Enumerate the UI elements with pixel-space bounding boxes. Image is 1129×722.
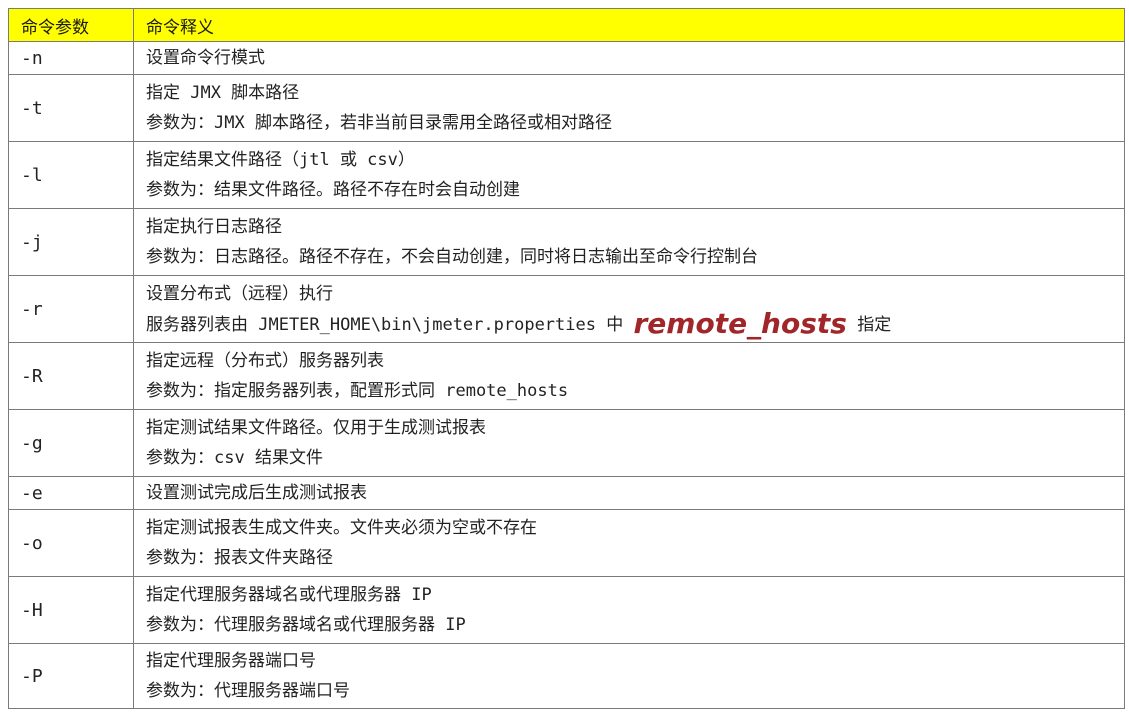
param-cell: -g [8,409,134,477]
header-param: 命令参数 [8,8,134,42]
description-line: 服务器列表由 JMETER_HOME\bin\jmeter.properties… [146,306,1112,340]
table-row: -R 指定远程（分布式）服务器列表 参数为：指定服务器列表，配置形式同 remo… [8,342,1125,410]
parameters-table: 命令参数 命令释义 -n 设置命令行模式 -t 指定 JMX 脚本路径 参数为：… [8,8,1125,709]
table-row: -e 设置测试完成后生成测试报表 [8,476,1125,510]
header-description: 命令释义 [133,8,1125,42]
param-cell: -t [8,74,134,142]
param-cell: -n [8,41,134,75]
description-line: 指定 JMX 脚本路径 [146,83,300,103]
param-cell: -r [8,275,134,343]
table-row: -r 设置分布式（远程）执行 服务器列表由 JMETER_HOME\bin\jm… [8,275,1125,343]
description-cell: 指定结果文件路径（jtl 或 csv） 参数为：结果文件路径。路径不存在时会自动… [133,141,1125,209]
description-line: 指定结果文件路径（jtl 或 csv） [146,150,415,170]
table-row: -n 设置命令行模式 [8,41,1125,75]
description-line: 指定执行日志路径 [146,217,282,237]
description-line: 指定测试报表生成文件夹。文件夹必须为空或不存在 [146,518,537,538]
description-line: 参数为：日志路径。路径不存在，不会自动创建，同时将日志输出至命令行控制台 [146,247,758,267]
description-line: 设置分布式（远程）执行 [146,283,333,304]
param-cell: -e [8,476,134,510]
description-line: 参数为：结果文件路径。路径不存在时会自动创建 [146,180,520,200]
description-line: 指定代理服务器端口号 [146,651,316,671]
description-line: 参数为：JMX 脚本路径，若非当前目录需用全路径或相对路径 [146,113,612,133]
description-line: 指定代理服务器域名或代理服务器 IP [146,585,432,605]
table-row: -P 指定代理服务器端口号 参数为：代理服务器端口号 [8,643,1125,709]
table-header-row: 命令参数 命令释义 [8,8,1125,42]
table-row: -j 指定执行日志路径 参数为：日志路径。路径不存在，不会自动创建，同时将日志输… [8,208,1125,276]
description-line: 设置测试完成后生成测试报表 [146,483,367,503]
param-cell: -j [8,208,134,276]
description-cell: 设置命令行模式 [133,41,1125,75]
description-cell: 指定测试结果文件路径。仅用于生成测试报表 参数为：csv 结果文件 [133,409,1125,477]
param-cell: -R [8,342,134,410]
description-cell: 指定 JMX 脚本路径 参数为：JMX 脚本路径，若非当前目录需用全路径或相对路… [133,74,1125,142]
description-cell: 指定测试报表生成文件夹。文件夹必须为空或不存在 参数为：报表文件夹路径 [133,509,1125,577]
description-line: 设置命令行模式 [146,48,265,68]
description-line: 参数为：代理服务器端口号 [146,681,350,701]
remote-hosts-annotation: remote_hosts [633,306,847,340]
description-line: 指定测试结果文件路径。仅用于生成测试报表 [146,418,486,438]
table-row: -H 指定代理服务器域名或代理服务器 IP 参数为：代理服务器域名或代理服务器 … [8,576,1125,644]
description-line: 参数为：csv 结果文件 [146,448,323,468]
description-line: 参数为：代理服务器域名或代理服务器 IP [146,615,466,635]
param-cell: -o [8,509,134,577]
description-cell: 设置测试完成后生成测试报表 [133,476,1125,510]
table-row: -t 指定 JMX 脚本路径 参数为：JMX 脚本路径，若非当前目录需用全路径或… [8,74,1125,142]
description-cell: 指定代理服务器域名或代理服务器 IP 参数为：代理服务器域名或代理服务器 IP [133,576,1125,644]
description-cell: 设置分布式（远程）执行 服务器列表由 JMETER_HOME\bin\jmete… [133,275,1125,343]
description-line: 参数为：指定服务器列表，配置形式同 remote_hosts [146,381,569,401]
table-row: -o 指定测试报表生成文件夹。文件夹必须为空或不存在 参数为：报表文件夹路径 [8,509,1125,577]
description-cell: 指定执行日志路径 参数为：日志路径。路径不存在，不会自动创建，同时将日志输出至命… [133,208,1125,276]
description-cell: 指定代理服务器端口号 参数为：代理服务器端口号 [133,643,1125,709]
description-text: 服务器列表由 JMETER_HOME\bin\jmeter.properties… [146,314,634,335]
param-cell: -l [8,141,134,209]
description-line: 指定远程（分布式）服务器列表 [146,351,384,371]
param-cell: -H [8,576,134,644]
description-text: 指定 [846,314,892,335]
param-cell: -P [8,643,134,709]
table-row: -g 指定测试结果文件路径。仅用于生成测试报表 参数为：csv 结果文件 [8,409,1125,477]
description-line: 参数为：报表文件夹路径 [146,548,333,568]
description-cell: 指定远程（分布式）服务器列表 参数为：指定服务器列表，配置形式同 remote_… [133,342,1125,410]
table-row: -l 指定结果文件路径（jtl 或 csv） 参数为：结果文件路径。路径不存在时… [8,141,1125,209]
